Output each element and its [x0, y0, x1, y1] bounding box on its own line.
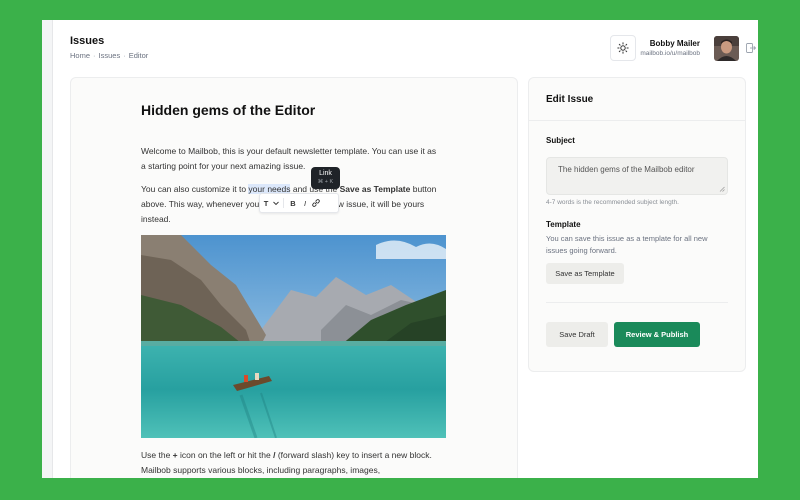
editor-panel[interactable]: Hidden gems of the Editor Welcome to Mai…: [70, 77, 518, 478]
page-title: Issues: [70, 35, 105, 47]
resize-handle-icon[interactable]: [719, 186, 725, 192]
breadcrumb-home[interactable]: Home: [70, 51, 90, 60]
link-tooltip: Link ⌘ + K: [311, 167, 340, 189]
bold-button[interactable]: B: [287, 199, 299, 208]
user-name: Bobby Mailer: [649, 39, 700, 48]
logout-icon[interactable]: [745, 42, 757, 54]
divider: [546, 302, 728, 303]
save-draft-button[interactable]: Save Draft: [546, 322, 608, 347]
edit-issue-panel: Edit Issue Subject The hidden gems of th…: [528, 77, 746, 372]
user-email: mailbob.io/u/mailbob: [640, 50, 700, 57]
breadcrumb-issues[interactable]: Issues: [99, 51, 121, 60]
panel-title: Edit Issue: [546, 94, 594, 105]
template-description: You can save this issue as a template fo…: [546, 234, 708, 255]
tooltip-title: Link: [319, 170, 332, 177]
document[interactable]: Hidden gems of the Editor Welcome to Mai…: [141, 102, 446, 475]
subject-label: Subject: [546, 136, 575, 145]
app-window: Issues Home · Issues · Editor Bobby Mailer m…: [42, 20, 758, 478]
format-toolbar: T B I: [259, 193, 339, 213]
subject-hint: 4-7 words is the recommended subject len…: [546, 199, 679, 206]
italic-button[interactable]: I: [299, 199, 311, 208]
breadcrumb: Home · Issues · Editor: [70, 51, 149, 60]
save-as-template-button[interactable]: Save as Template: [546, 263, 624, 284]
text-style-button[interactable]: T: [260, 199, 272, 208]
avatar[interactable]: [714, 36, 739, 61]
divider: [529, 120, 745, 121]
paragraph-intro[interactable]: Welcome to Mailbob, this is your default…: [141, 144, 441, 174]
subject-field[interactable]: The hidden gems of the Mailbob editor: [546, 157, 728, 195]
template-label: Template: [546, 220, 581, 229]
theme-toggle-button[interactable]: [610, 35, 636, 61]
left-sidebar-strip: [42, 20, 53, 478]
page-header: Issues Home · Issues · Editor Bobby Mailer m…: [52, 20, 758, 76]
subject-value[interactable]: The hidden gems of the Mailbob editor: [558, 163, 708, 176]
document-heading[interactable]: Hidden gems of the Editor: [141, 102, 441, 118]
paragraph-blocks[interactable]: Use the + icon on the left or hit the / …: [141, 448, 441, 478]
breadcrumb-editor: Editor: [128, 51, 149, 60]
sun-icon: [617, 42, 629, 54]
review-publish-button[interactable]: Review & Publish: [614, 322, 700, 347]
tooltip-shortcut: ⌘ + K: [317, 179, 334, 185]
lake-mountains-image[interactable]: [141, 235, 446, 438]
chevron-down-icon[interactable]: [272, 199, 280, 207]
link-icon[interactable]: [311, 198, 321, 208]
